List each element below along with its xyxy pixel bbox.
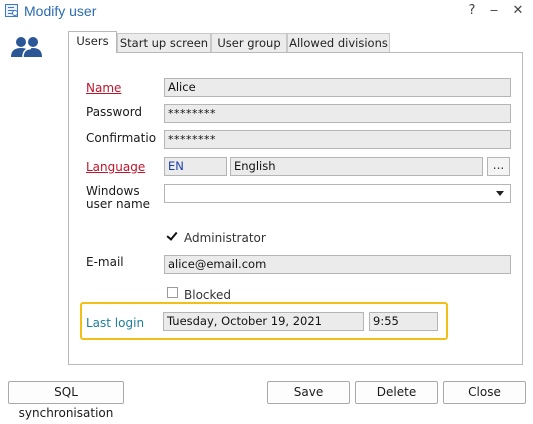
confirmation-field[interactable]: ********	[164, 130, 511, 149]
confirmation-label: Confirmatio	[86, 131, 157, 145]
language-code-field[interactable]: EN	[164, 157, 227, 176]
password-field[interactable]: ********	[164, 104, 511, 123]
windows-user-select[interactable]	[164, 184, 511, 203]
email-field[interactable]: alice@email.com	[164, 255, 511, 274]
windows-user-label-line2: user name	[86, 197, 151, 211]
chevron-down-icon[interactable]	[496, 191, 504, 196]
language-browse-button[interactable]: ...	[487, 157, 510, 176]
last-login-label: Last login	[86, 316, 145, 330]
windows-user-label-line1: Windows	[86, 184, 140, 198]
name-field[interactable]: Alice	[164, 78, 511, 97]
name-label: Name	[86, 81, 122, 95]
language-name-field: English	[230, 157, 483, 176]
last-login-date: Tuesday, October 19, 2021	[163, 312, 364, 331]
administrator-checkbox[interactable]	[167, 231, 178, 242]
language-label: Language	[86, 160, 146, 174]
email-label: E-mail	[86, 255, 124, 269]
blocked-checkbox[interactable]	[167, 287, 178, 298]
blocked-label: Blocked	[184, 288, 232, 302]
last-login-time: 9:55	[369, 312, 438, 331]
administrator-label: Administrator	[184, 231, 266, 245]
password-label: Password	[86, 105, 143, 119]
